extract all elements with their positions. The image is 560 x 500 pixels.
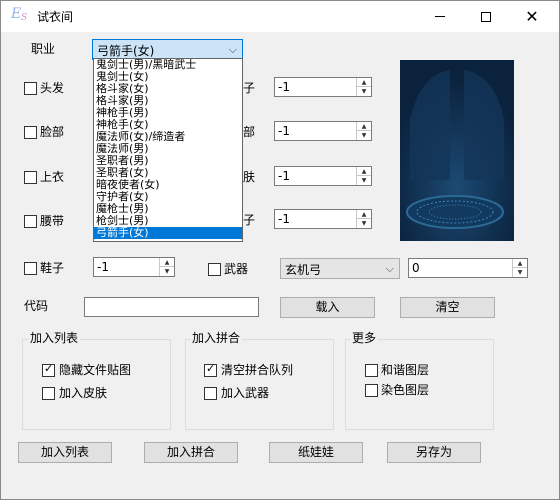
load-button[interactable]: 载入 <box>280 297 375 318</box>
add-skin-checkbox[interactable] <box>42 387 55 400</box>
spin-up-icon[interactable]: ▲ <box>357 167 371 176</box>
save-as-button[interactable]: 另存为 <box>387 442 481 463</box>
dressing-room-window: ES 试衣间 ✕ 职业 弓箭手(女) ⌵ 子 -1 ▲ ▼ 部 -1 ▲ ▼ 肤 -… <box>0 0 560 500</box>
clear-button[interactable]: 清空 <box>400 297 495 318</box>
spin-up-icon[interactable]: ▲ <box>160 258 174 267</box>
chevron-down-icon: ⌵ <box>385 262 394 275</box>
paper-doll-button[interactable]: 纸娃娃 <box>269 442 363 463</box>
top-right-label: 肤 <box>243 170 256 184</box>
add-list-button[interactable]: 加入列表 <box>18 442 112 463</box>
shoes-checkbox[interactable] <box>24 262 37 275</box>
hide-file-texture-checkbox[interactable] <box>42 362 55 377</box>
profession-option[interactable]: 魔枪士(男) <box>94 203 242 215</box>
face-label: 脸部 <box>40 125 65 139</box>
profession-option[interactable]: 守护者(女) <box>94 191 242 203</box>
profession-option[interactable]: 魔法师(男) <box>94 143 242 155</box>
profession-option[interactable]: 神枪手(男) <box>94 107 242 119</box>
weapon-value: 0 <box>412 261 420 275</box>
minimize-icon <box>435 16 445 17</box>
profession-option[interactable]: 圣职者(女) <box>94 167 242 179</box>
profession-option[interactable]: 圣职者(男) <box>94 155 242 167</box>
profession-dropdown-list[interactable]: 鬼剑士(男)/黑暗武士 鬼剑士(女) 格斗家(女) 格斗家(男) 神枪手(男) 神枪手(女… <box>93 58 243 242</box>
add-skin-label: 加入皮肤 <box>59 386 108 400</box>
shoes-value-stepper[interactable]: -1 ▲ ▼ <box>93 257 175 277</box>
profession-option[interactable]: 鬼剑士(女) <box>94 71 242 83</box>
belt-label: 腰带 <box>40 214 65 228</box>
weapon-selected-value: 玄机弓 <box>285 263 322 277</box>
add-merge-group-title: 加入拼合 <box>190 331 243 345</box>
hide-file-texture-label: 隐藏文件贴图 <box>59 363 132 377</box>
dye-layer-checkbox[interactable] <box>365 384 378 397</box>
top-label: 上衣 <box>40 170 65 184</box>
spin-up-icon[interactable]: ▲ <box>357 78 371 87</box>
profession-option[interactable]: 暗夜使者(女) <box>94 179 242 191</box>
shoes-label: 鞋子 <box>40 261 65 275</box>
profession-select[interactable]: 弓箭手(女) ⌵ <box>92 39 243 60</box>
belt-value: -1 <box>278 212 290 226</box>
weapon-select[interactable]: 玄机弓 ⌵ <box>280 258 400 279</box>
shoes-value: -1 <box>97 260 109 274</box>
spin-up-icon[interactable]: ▲ <box>513 259 527 268</box>
spin-down-icon[interactable]: ▼ <box>357 87 371 96</box>
profession-option[interactable]: 魔法师(女)/缔造者 <box>94 131 242 143</box>
more-group-title: 更多 <box>350 331 379 345</box>
clear-merge-queue-checkbox[interactable] <box>204 362 217 377</box>
spin-down-icon[interactable]: ▼ <box>357 219 371 228</box>
face-value: -1 <box>278 124 290 138</box>
profession-option[interactable]: 枪剑士(男) <box>94 215 242 227</box>
preview-scene <box>400 60 514 241</box>
add-merge-button[interactable]: 加入拼合 <box>144 442 238 463</box>
app-icon: ES <box>11 6 28 23</box>
belt-checkbox[interactable] <box>24 215 37 228</box>
code-label: 代码 <box>24 299 49 313</box>
minimize-button[interactable] <box>417 1 463 32</box>
profession-option[interactable]: 鬼剑士(男)/黑暗武士 <box>94 59 242 71</box>
spin-down-icon[interactable]: ▼ <box>357 176 371 185</box>
weapon-value-stepper[interactable]: 0 ▲ ▼ <box>408 258 528 278</box>
profession-option[interactable]: 格斗家(女) <box>94 83 242 95</box>
spin-up-icon[interactable]: ▲ <box>357 122 371 131</box>
profession-option[interactable]: 格斗家(男) <box>94 95 242 107</box>
profession-option[interactable]: 弓箭手(女) <box>94 227 242 239</box>
face-value-stepper[interactable]: -1 ▲ ▼ <box>274 121 372 141</box>
hair-label: 头发 <box>40 81 65 95</box>
hair-checkbox[interactable] <box>24 82 37 95</box>
character-preview-image <box>400 60 514 241</box>
spin-down-icon[interactable]: ▼ <box>357 131 371 140</box>
title-bar[interactable]: ES 试衣间 ✕ <box>1 1 559 32</box>
hair-right-label: 子 <box>243 81 256 95</box>
close-button[interactable]: ✕ <box>509 1 555 32</box>
face-checkbox[interactable] <box>24 126 37 139</box>
face-right-label: 部 <box>243 125 256 139</box>
close-icon: ✕ <box>525 6 539 26</box>
belt-value-stepper[interactable]: -1 ▲ ▼ <box>274 209 372 229</box>
code-input[interactable] <box>84 297 259 317</box>
window-title: 试衣间 <box>37 10 74 24</box>
add-weapon-checkbox[interactable] <box>204 387 217 400</box>
spin-down-icon[interactable]: ▼ <box>513 268 527 277</box>
chevron-down-icon: ⌵ <box>228 43 237 56</box>
top-value-stepper[interactable]: -1 ▲ ▼ <box>274 166 372 186</box>
hair-value-stepper[interactable]: -1 ▲ ▼ <box>274 77 372 97</box>
harmony-layer-label: 和谐图层 <box>381 363 430 377</box>
spin-up-icon[interactable]: ▲ <box>357 210 371 219</box>
add-list-group-title: 加入列表 <box>28 331 81 345</box>
top-checkbox[interactable] <box>24 171 37 184</box>
dye-layer-label: 染色图层 <box>381 383 430 397</box>
hair-value: -1 <box>278 80 290 94</box>
add-weapon-label: 加入武器 <box>221 386 270 400</box>
profession-selected-value: 弓箭手(女) <box>97 44 155 58</box>
spin-down-icon[interactable]: ▼ <box>160 267 174 276</box>
weapon-checkbox[interactable] <box>208 263 221 276</box>
profession-label: 职业 <box>31 42 56 56</box>
weapon-label: 武器 <box>224 262 249 276</box>
belt-right-label: 子 <box>243 213 256 227</box>
maximize-icon <box>481 11 491 22</box>
harmony-layer-checkbox[interactable] <box>365 364 378 377</box>
clear-merge-queue-label: 清空拼合队列 <box>221 363 294 377</box>
top-value: -1 <box>278 169 290 183</box>
maximize-button[interactable] <box>463 1 509 32</box>
profession-option[interactable]: 神枪手(女) <box>94 119 242 131</box>
